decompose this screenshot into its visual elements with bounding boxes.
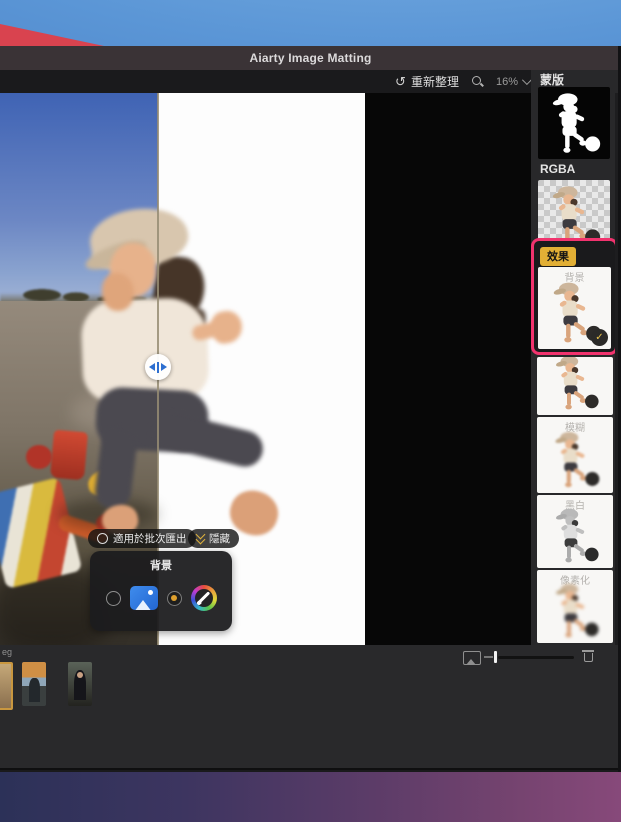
effect-thumbnail-bw[interactable]: 黑白 <box>537 495 613 568</box>
refresh-button[interactable]: ↺ 重新整理 <box>395 73 459 90</box>
slider-arrow-right-icon <box>161 363 167 371</box>
filmstrip-thumbnail-selected[interactable] <box>0 662 13 710</box>
color-picker-wheel-icon[interactable] <box>191 585 217 611</box>
effect-thumbnail-blur[interactable]: 模糊 <box>537 417 613 493</box>
layers-sidebar: 蒙版 RGBA 效果 背景 ✓ 模糊 黑白 像素化 <box>531 70 621 645</box>
filmstrip-thumbnail[interactable] <box>68 662 92 706</box>
effect-thumbnail[interactable] <box>537 357 613 415</box>
effect-thumbnail-pixelate[interactable]: 像素化 <box>537 570 613 643</box>
toolbar: ↺ 重新整理 16% <box>0 70 621 93</box>
effect-thumbnail-selected[interactable]: 背景 ✓ <box>538 267 611 349</box>
background-panel-title: 背景 <box>90 557 232 573</box>
slider-arrow-left-icon <box>149 363 155 371</box>
background-color-radio[interactable] <box>167 591 182 606</box>
refresh-label: 重新整理 <box>411 73 459 90</box>
window-titlebar[interactable]: Aiarty Image Matting <box>0 46 621 70</box>
slider-handle[interactable] <box>494 651 497 663</box>
effects-badge: 效果 <box>540 247 576 266</box>
preview-canvas[interactable]: 適用於批次匯出 隱藏 背景 <box>0 93 531 645</box>
filmstrip-panel: eg <box>0 645 621 770</box>
hide-label: 隱藏 <box>209 531 230 546</box>
desktop-wallpaper-top <box>0 0 621 46</box>
desktop-wallpaper-bottom <box>0 772 621 822</box>
background-image-radio[interactable] <box>106 591 121 606</box>
mask-thumbnail[interactable] <box>538 87 610 159</box>
effect-label: 背景 <box>538 269 611 284</box>
refresh-icon: ↺ <box>395 75 406 88</box>
apply-to-batch-label: 適用於批次匯出 <box>113 531 187 546</box>
background-image-icon[interactable] <box>130 586 158 610</box>
double-chevron-down-icon <box>197 534 204 543</box>
zoom-level-value: 16% <box>496 76 518 88</box>
hide-panel-button[interactable]: 隱藏 <box>188 529 239 548</box>
thumbnail-size-slider[interactable] <box>484 649 576 665</box>
search-icon[interactable] <box>471 75 484 88</box>
rgba-section-label: RGBA <box>540 162 575 176</box>
thumbnail-size-icon <box>463 651 481 665</box>
trash-icon[interactable] <box>582 650 594 663</box>
selected-effect-highlight: 效果 背景 ✓ <box>531 238 618 355</box>
checkmark-icon: ✓ <box>591 329 608 346</box>
apply-to-batch-button[interactable]: 適用於批次匯出 <box>88 529 196 548</box>
compare-slider-handle[interactable] <box>145 354 171 380</box>
window-title: Aiarty Image Matting <box>249 51 371 65</box>
filename-fragment: eg <box>2 647 12 657</box>
background-panel: 背景 <box>90 551 232 631</box>
filmstrip-thumbnail[interactable] <box>22 662 46 706</box>
wallpaper-red-shape <box>0 24 104 46</box>
radio-circle-icon <box>97 533 108 544</box>
zoom-level-dropdown[interactable]: 16% <box>496 76 529 88</box>
mask-section-label: 蒙版 <box>540 71 564 88</box>
screen: { "window": { "title": "Aiarty Image Mat… <box>0 0 621 822</box>
